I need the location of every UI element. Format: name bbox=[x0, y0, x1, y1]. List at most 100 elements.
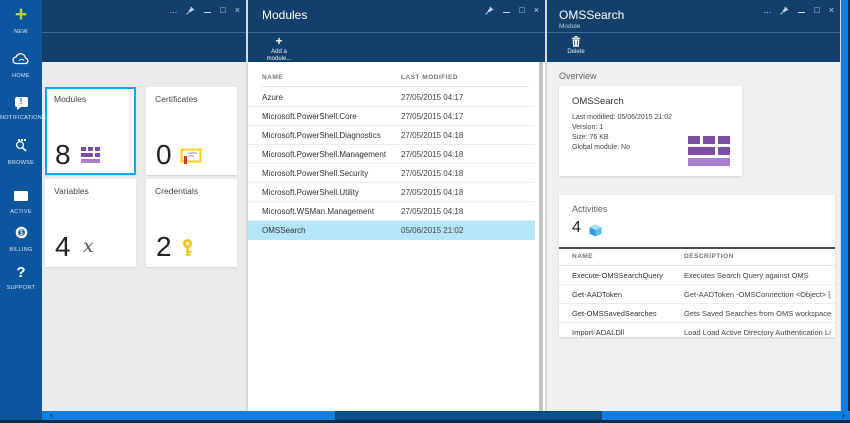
module-modified: 27/05/2015 04:18 bbox=[401, 169, 464, 178]
sidebar-item-active[interactable]: ACTIVE bbox=[0, 188, 42, 215]
activity-description: Executes Search Query against OMS bbox=[684, 271, 809, 280]
ellipsis-icon[interactable]: ... bbox=[764, 4, 772, 16]
exclamation-glyph: ! bbox=[19, 97, 23, 106]
tile-credentials[interactable]: Credentials 2 bbox=[146, 179, 237, 267]
activities-count: 4 bbox=[572, 219, 581, 236]
sidebar-item-support[interactable]: ? SUPPORT bbox=[0, 264, 42, 291]
tile-count: 0 bbox=[156, 139, 172, 170]
scrollbar-thumb[interactable] bbox=[539, 62, 543, 411]
column-header-name: NAME bbox=[572, 253, 594, 260]
table-row[interactable]: Get-OMSSavedSearches Gets Saved Searches… bbox=[559, 304, 835, 323]
alert-bubble-icon: ! bbox=[14, 97, 28, 110]
module-modified: 27/05/2015 04:18 bbox=[401, 150, 464, 159]
maximize-icon[interactable]: □ bbox=[519, 4, 524, 16]
add-icon: + bbox=[275, 34, 283, 48]
activities-section-label: Activities bbox=[572, 204, 608, 214]
module-name: Microsoft.PowerShell.Security bbox=[262, 169, 369, 178]
activities-card: Activities 4 NAME DESCRIPTION Execute-OM… bbox=[559, 195, 835, 342]
sidebar-item-label: NEW bbox=[14, 29, 28, 35]
maximize-icon[interactable]: □ bbox=[220, 4, 225, 16]
scrollbar-thumb[interactable] bbox=[335, 411, 602, 420]
minimize-icon[interactable] bbox=[204, 5, 212, 15]
svg-text:$: $ bbox=[19, 230, 23, 237]
table-row[interactable]: Microsoft.PowerShell.Utility 27/05/2015 … bbox=[248, 183, 535, 202]
blade-omssearch: OMSSearch Module ... □ × Delete Overview… bbox=[547, 0, 840, 411]
horizontal-scrollbar[interactable]: ‹ › bbox=[42, 410, 850, 420]
table-row[interactable]: Get-AADToken Get-AADToken -OMSConnection… bbox=[559, 285, 835, 304]
sidebar-item-new[interactable]: + NEW bbox=[0, 4, 42, 35]
blade-header: OMSSearch Module ... □ × Delete bbox=[547, 0, 840, 62]
table-row[interactable]: Microsoft.PowerShell.Core 27/05/2015 04:… bbox=[248, 107, 535, 126]
overview-module-name: OMSSearch bbox=[572, 96, 624, 107]
module-modified: 27/05/2015 04:18 bbox=[401, 188, 464, 197]
minimize-icon[interactable] bbox=[798, 5, 806, 15]
blade-window-controls: □ × bbox=[485, 4, 539, 16]
module-icon bbox=[81, 147, 100, 163]
activity-description: Gets Saved Searches from OMS workspace bbox=[684, 309, 831, 318]
header-separator bbox=[547, 32, 840, 33]
coin-icon: $ bbox=[15, 226, 28, 239]
delete-button[interactable]: Delete bbox=[561, 36, 591, 56]
pin-icon[interactable] bbox=[780, 5, 789, 15]
blade-modules: Modules □ × + Add a module... NAME LAST … bbox=[248, 0, 545, 411]
left-nav: + NEW HOME ! NOTIFICATIONS BROWSE ACTIVE bbox=[0, 0, 46, 420]
maximize-icon[interactable]: □ bbox=[814, 4, 819, 16]
overview-last-modified: Last modified: 05/06/2015 21:02 bbox=[572, 114, 673, 121]
module-name: Microsoft.PowerShell.Diagnostics bbox=[262, 131, 381, 140]
table-row[interactable]: Microsoft.PowerShell.Management 27/05/20… bbox=[248, 145, 535, 164]
module-name: Microsoft.PowerShell.Utility bbox=[262, 188, 359, 197]
vertical-scrollbar[interactable] bbox=[539, 62, 543, 411]
module-modified: 27/05/2015 04:17 bbox=[401, 112, 464, 121]
pin-icon[interactable] bbox=[186, 5, 195, 15]
tile-label: Variables bbox=[54, 186, 89, 196]
close-icon[interactable]: × bbox=[235, 4, 240, 16]
column-header-name: NAME bbox=[262, 74, 284, 81]
activities-table: Execute-OMSSearchQuery Executes Search Q… bbox=[559, 266, 835, 342]
cloud-icon bbox=[11, 53, 31, 65]
cube-icon bbox=[589, 224, 602, 237]
sidebar-item-label: BROWSE bbox=[7, 160, 35, 166]
question-icon: ? bbox=[16, 264, 26, 281]
module-modified: 27/05/2015 04:18 bbox=[401, 131, 464, 140]
ellipsis-icon[interactable]: ... bbox=[170, 4, 178, 16]
sidebar-item-label: HOME bbox=[12, 73, 30, 79]
table-row[interactable]: Microsoft.WSMan.Management 27/05/2015 04… bbox=[248, 202, 535, 221]
overview-version: Version: 1 bbox=[572, 124, 604, 131]
module-name: OMSSearch bbox=[262, 226, 306, 235]
tile-modules[interactable]: Modules 8 bbox=[45, 87, 136, 175]
tile-label: Modules bbox=[54, 94, 87, 104]
table-row-selected[interactable]: OMSSearch 05/06/2015 21:02 bbox=[248, 221, 535, 240]
pin-icon[interactable] bbox=[485, 5, 494, 15]
module-name: Azure bbox=[262, 93, 283, 102]
certificate-icon bbox=[180, 148, 202, 165]
add-module-button[interactable]: + Add a module... bbox=[262, 34, 296, 63]
sidebar-item-billing[interactable]: $ BILLING bbox=[0, 226, 42, 253]
add-module-label-line1: Add a bbox=[271, 49, 287, 55]
minimize-icon[interactable] bbox=[503, 5, 511, 15]
sidebar-item-browse[interactable]: BROWSE bbox=[0, 138, 42, 166]
variable-x-icon: x bbox=[83, 235, 94, 257]
table-row[interactable]: Execute-OMSSearchQuery Executes Search Q… bbox=[559, 266, 835, 285]
table-row[interactable]: Microsoft.PowerShell.Diagnostics 27/05/2… bbox=[248, 126, 535, 145]
sidebar-item-home[interactable]: HOME bbox=[0, 52, 42, 79]
activity-name: Import-ADALDll bbox=[572, 328, 625, 337]
sidebar-item-label: ACTIVE bbox=[10, 209, 32, 215]
table-row[interactable]: Import-ADALDll Load Load Active Director… bbox=[559, 323, 835, 342]
sidebar-item-notifications[interactable]: ! NOTIFICATIONS bbox=[0, 94, 46, 121]
key-icon bbox=[182, 239, 193, 257]
sidebar-item-label: SUPPORT bbox=[6, 285, 36, 291]
modules-table-header: NAME LAST MODIFIED bbox=[262, 70, 529, 87]
close-icon[interactable]: × bbox=[534, 4, 539, 16]
blade-title: OMSSearch bbox=[559, 8, 625, 22]
tile-label: Certificates bbox=[155, 94, 198, 104]
blade-title: Modules bbox=[262, 8, 308, 22]
overview-meta: Last modified: 05/06/2015 21:02 Version:… bbox=[572, 113, 672, 153]
tile-variables[interactable]: Variables 4 x bbox=[45, 179, 136, 267]
overview-card[interactable]: OMSSearch Last modified: 05/06/2015 21:0… bbox=[559, 86, 742, 176]
table-row[interactable]: Microsoft.PowerShell.Security 27/05/2015… bbox=[248, 164, 535, 183]
table-row[interactable]: Azure 27/05/2015 04:17 bbox=[248, 88, 535, 107]
header-separator bbox=[42, 32, 246, 33]
module-name: Microsoft.PowerShell.Core bbox=[262, 112, 357, 121]
tile-certificates[interactable]: Certificates 0 bbox=[146, 87, 237, 175]
close-icon[interactable]: × bbox=[829, 4, 834, 16]
